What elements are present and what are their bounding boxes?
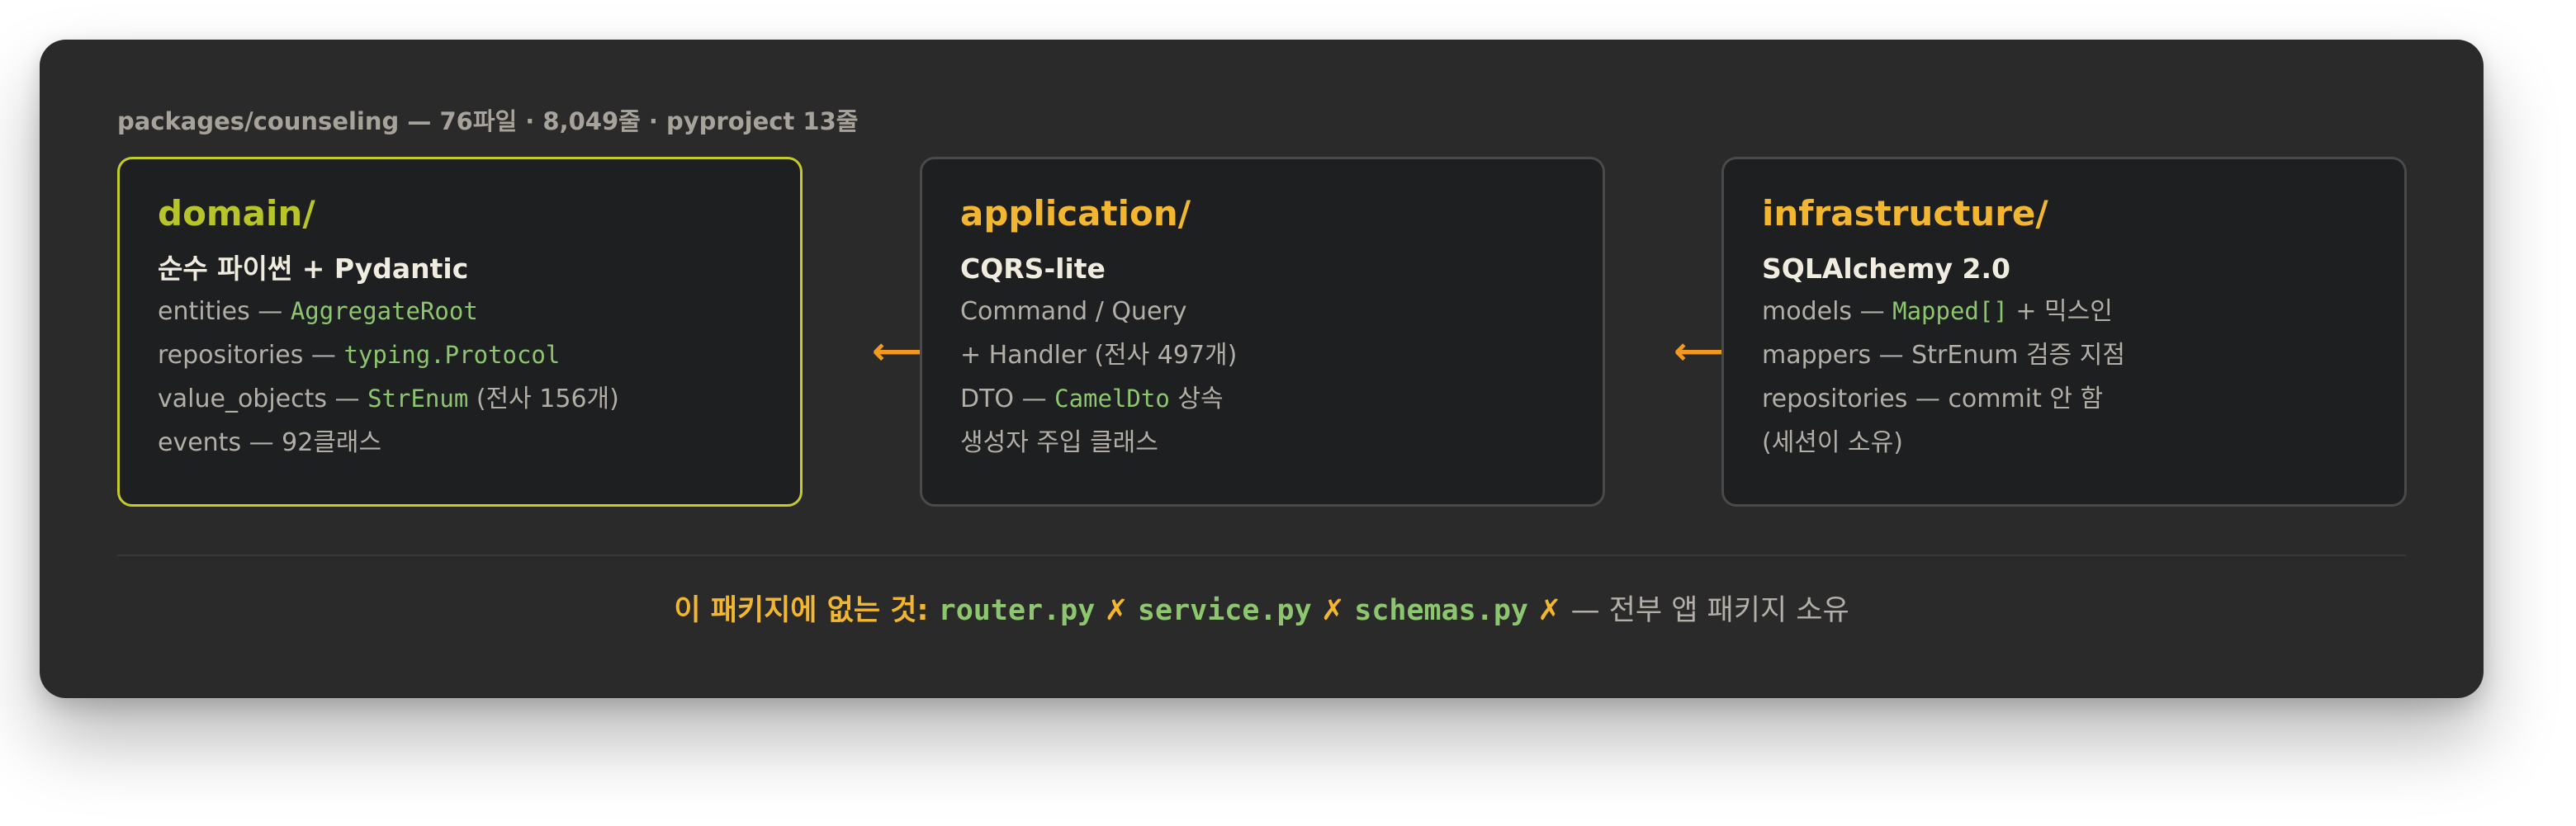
diagram-panel: packages/counseling — 76파일 · 8,049줄 · py…: [40, 40, 2484, 698]
dependency-arrow-icon: ⟵: [872, 328, 926, 373]
infrastructure-layer-box: infrastructure/ SQLAlchemy 2.0 models — …: [1721, 157, 2407, 507]
layer-line: models — Mapped[] + 믹스인: [1762, 297, 2113, 326]
excluded-file: service.py: [1137, 594, 1312, 627]
package-caption: packages/counseling — 76파일 · 8,049줄 · py…: [117, 107, 859, 135]
divider: [117, 555, 2406, 556]
layer-line: events — 92클래스: [158, 428, 382, 457]
code-token: typing.Protocol: [343, 341, 561, 369]
code-token: CamelDto: [1054, 385, 1170, 413]
layer-line: entities — AggregateRoot: [158, 297, 478, 326]
layer-subtitle: 순수 파이썬 + Pydantic: [158, 253, 469, 285]
code-token: AggregateRoot: [290, 297, 478, 325]
layer-subtitle: CQRS-lite: [960, 253, 1106, 285]
excluded-file: schemas.py: [1354, 594, 1528, 627]
layer-line: value_objects — StrEnum (전사 156개): [158, 385, 619, 413]
application-layer-box: application/ CQRS-lite Command / Query +…: [920, 157, 1605, 507]
layer-line: 생성자 주입 클래스: [960, 428, 1158, 457]
layer-line: mappers — StrEnum 검증 지점: [1762, 341, 2126, 370]
cross-mark-icon: ✗: [1537, 594, 1562, 627]
layer-line: + Handler (전사 497개): [960, 341, 1238, 370]
cross-mark-icon: ✗: [1320, 594, 1346, 627]
layer-subtitle: SQLAlchemy 2.0: [1762, 253, 2010, 285]
cross-mark-icon: ✗: [1104, 594, 1129, 627]
layer-line: repositories — typing.Protocol: [158, 341, 561, 370]
layer-line: DTO — CamelDto 상속: [960, 385, 1224, 413]
layer-line: repositories — commit 안 함: [1762, 385, 2104, 413]
dependency-arrow-icon: ⟵: [1674, 328, 1728, 373]
domain-layer-box: domain/ 순수 파이썬 + Pydantic entities — Agg…: [117, 157, 803, 507]
excluded-file: router.py: [938, 594, 1096, 627]
layer-line: Command / Query: [960, 297, 1187, 326]
code-token: StrEnum: [367, 385, 469, 413]
footer-lead: 이 패키지에 없는 것:: [674, 594, 939, 627]
layer-title: domain/: [158, 193, 315, 234]
code-token: Mapped[]: [1892, 297, 2008, 325]
layer-title: application/: [960, 193, 1191, 234]
footer-note: 이 패키지에 없는 것: router.py ✗ service.py ✗ sc…: [40, 587, 2484, 629]
layer-line: (세션이 소유): [1762, 428, 1903, 457]
footer-tail: — 전부 앱 패키지 소유: [1561, 594, 1849, 627]
layer-title: infrastructure/: [1762, 193, 2048, 234]
